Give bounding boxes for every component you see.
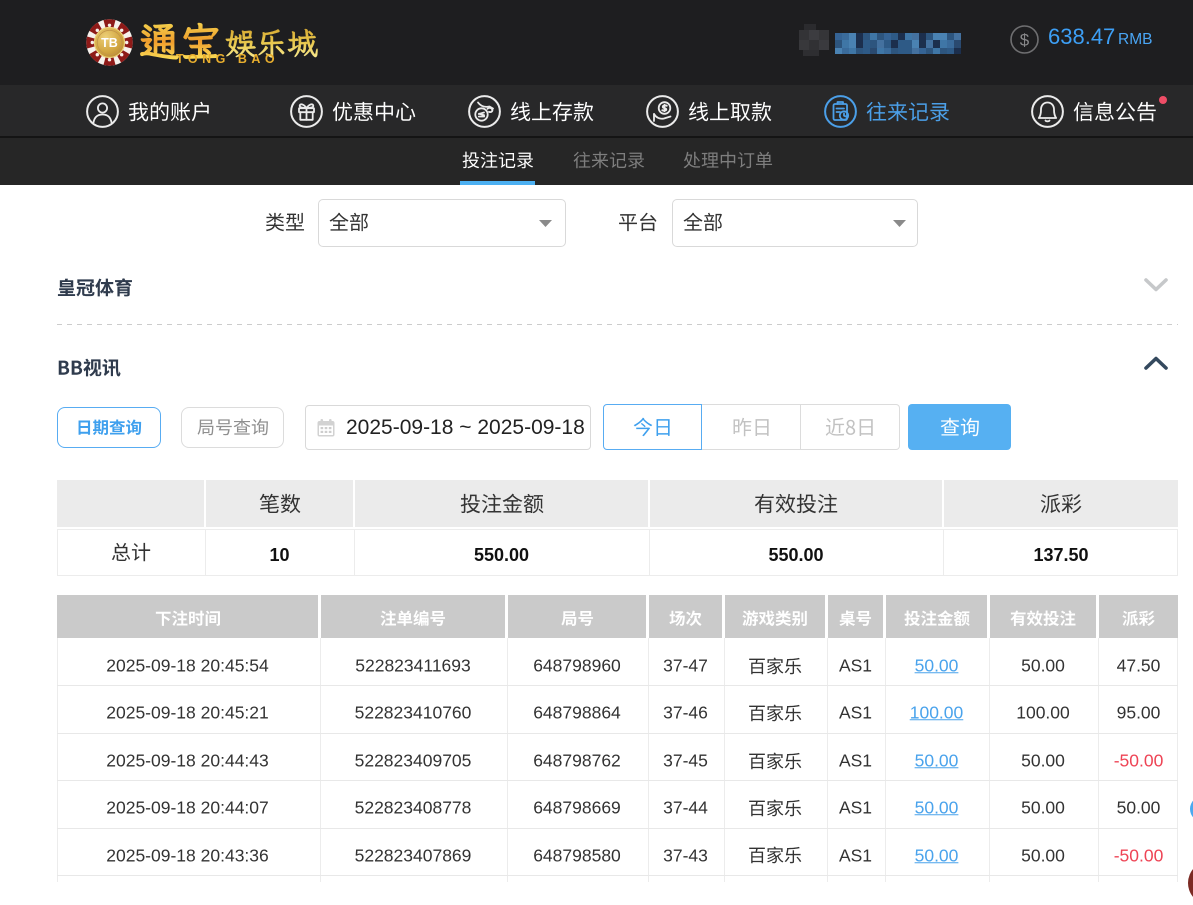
svg-text:TB: TB xyxy=(101,36,118,50)
svg-text:$: $ xyxy=(1020,31,1030,50)
